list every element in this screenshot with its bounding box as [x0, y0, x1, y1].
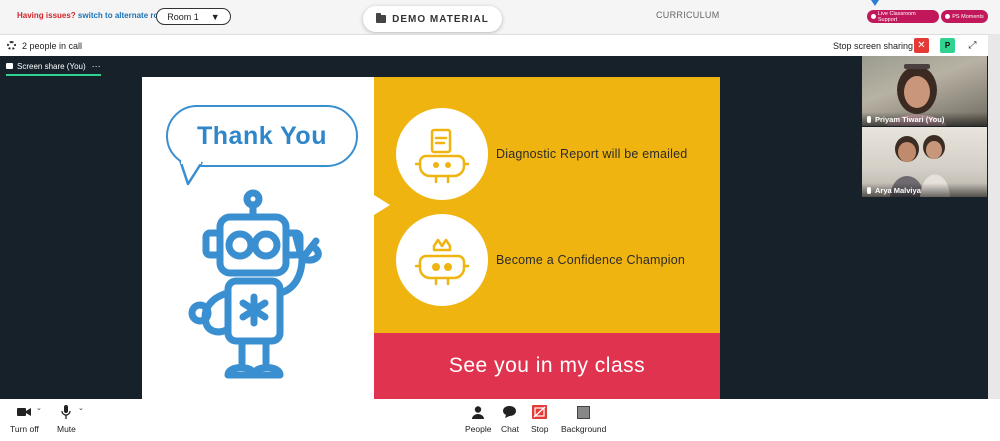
mute-label: Mute [57, 424, 76, 434]
slide-item-champion: Become a Confidence Champion [496, 253, 686, 267]
see-you-text: See you in my class [448, 354, 646, 377]
top-bar: Having issues? switch to alternate room … [0, 0, 1000, 34]
expand-icon[interactable]: ⤢ [967, 40, 978, 51]
moments-icon [945, 14, 951, 19]
participant-name: Priyam Tiwari (You) [875, 114, 945, 124]
slide-item-report: Diagnostic Report will be emailed [496, 147, 688, 161]
bottom-toolbar: Turn off ⌄ Mute ⌄ People Chat Stop Backg… [0, 399, 1000, 441]
turn-off-camera-button[interactable]: Turn off [10, 405, 39, 434]
background-icon [577, 405, 591, 419]
stop-share-icon [532, 405, 548, 419]
thank-you-bubble: Thank You [166, 105, 358, 167]
issues-question: Having issues? [17, 11, 76, 20]
video-stage: Screen share (You) ··· Thank You Diagnos… [0, 56, 988, 399]
live-support-label: Live Classroom Support [877, 10, 916, 23]
mic-options-chevron-icon[interactable]: ⌄ [78, 404, 84, 412]
ps-moments-button[interactable]: PS Moments [941, 10, 988, 23]
participant-label: Arya Malviya [862, 183, 987, 197]
mic-icon [867, 186, 871, 194]
participant-tile[interactable]: Arya Malviya [862, 127, 987, 197]
camera-options-chevron-icon[interactable]: ⌄ [36, 404, 42, 412]
live-classroom-support-button[interactable]: Live Classroom Support [867, 10, 939, 23]
screen-share-tab[interactable]: Screen share (You) ··· [6, 60, 101, 76]
people-label: People [465, 424, 492, 434]
camera-icon [17, 405, 32, 419]
chat-bubble-icon [503, 405, 517, 419]
participant-label: Priyam Tiwari (You) [862, 112, 987, 126]
triangle-marker-icon [871, 0, 879, 6]
participant-tile[interactable]: Priyam Tiwari (You) [862, 56, 987, 126]
robot-illustration-icon [188, 189, 322, 379]
slide-notch [374, 195, 390, 215]
speech-tail-icon [178, 160, 204, 186]
demo-material-label: DEMO MATERIAL [392, 13, 489, 25]
participant-avatar-badge[interactable]: P [940, 38, 955, 53]
issues-notice: Having issues? switch to alternate room [17, 11, 170, 20]
screen-share-tab-label: Screen share (You) [17, 61, 86, 71]
scrollbar[interactable] [988, 34, 1000, 399]
mic-icon [867, 115, 871, 123]
microphone-icon [61, 405, 72, 419]
more-options-icon[interactable]: ··· [92, 61, 101, 71]
support-icon [871, 14, 876, 19]
stop-label: Stop [531, 424, 549, 434]
call-header: 2 people in call Stop screen sharing ✕ P… [0, 34, 988, 56]
person-icon [472, 405, 485, 419]
chat-label: Chat [501, 424, 519, 434]
stop-screen-sharing-button[interactable]: ✕ [914, 38, 929, 53]
mute-button[interactable]: Mute [57, 405, 76, 434]
champion-robot-icon [414, 238, 470, 286]
room-select[interactable]: Room 1 ▼ [156, 8, 231, 25]
turn-off-label: Turn off [10, 424, 39, 434]
background-label: Background [561, 424, 607, 434]
shared-slide: Thank You Diagnostic Report will be emai… [142, 77, 720, 399]
screen-share-icon [6, 63, 13, 69]
stop-share-button[interactable]: Stop [531, 405, 549, 434]
people-count: 2 people in call [22, 41, 83, 51]
curriculum-tab[interactable]: CURRICULUM [656, 10, 720, 20]
chat-button[interactable]: Chat [501, 405, 519, 434]
champion-badge [396, 214, 488, 306]
slide-left-panel: Thank You [142, 77, 374, 399]
demo-material-button[interactable]: DEMO MATERIAL [363, 6, 502, 32]
thank-you-text: Thank You [197, 121, 327, 150]
background-button[interactable]: Background [561, 405, 606, 434]
ps-moments-label: PS Moments [952, 13, 984, 20]
slide-footer-panel: See you in my class [374, 333, 720, 399]
report-badge [396, 108, 488, 200]
people-button[interactable]: People [465, 405, 491, 434]
room-select-value: Room 1 [167, 11, 199, 22]
gear-icon[interactable] [7, 41, 16, 50]
folder-icon [376, 13, 387, 23]
stop-screen-sharing-label: Stop screen sharing [833, 41, 914, 51]
report-robot-icon [414, 128, 470, 184]
participant-name: Arya Malviya [875, 185, 921, 195]
caret-down-icon: ▼ [210, 11, 220, 22]
